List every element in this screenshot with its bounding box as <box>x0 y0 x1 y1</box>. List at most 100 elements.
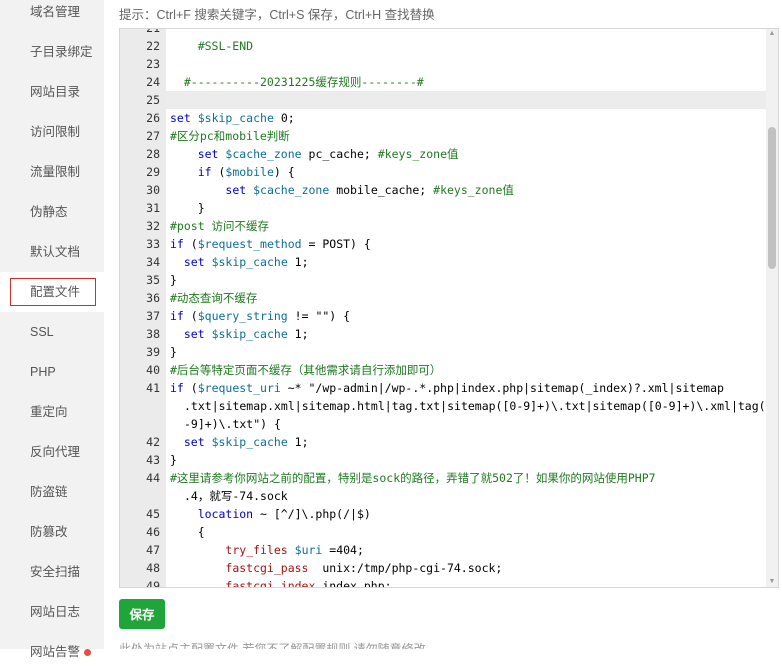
code-text: set $skip_cache 1; <box>183 435 309 449</box>
code-text: if ($request_uri ~* "/wp-admin|/wp-.*.ph… <box>170 381 724 395</box>
code-text: } <box>170 453 177 467</box>
code-text: } <box>170 345 177 359</box>
sidebar-item-13[interactable]: 防盗链 <box>0 472 104 512</box>
sidebar-item-5[interactable]: 流量限制 <box>0 152 104 192</box>
code-text: set $skip_cache 1; <box>183 255 309 269</box>
code-line[interactable]: 37 if ($query_string != "") { <box>120 307 778 325</box>
save-button[interactable]: 保存 <box>119 599 165 629</box>
line-number: 32 <box>146 219 160 233</box>
sidebar-item-7[interactable]: 默认文档 <box>0 232 104 272</box>
code-line[interactable]: 44 #这里请参考你网站之前的配置，特别是sock的路径，弄错了就502了！如果你… <box>120 469 778 487</box>
code-line[interactable]: 48 fastcgi_pass unix:/tmp/php-cgi-74.soc… <box>120 559 778 577</box>
sidebar-item-2[interactable]: 子目录绑定 <box>0 32 104 72</box>
line-number: 25 <box>146 93 160 107</box>
line-number: 27 <box>146 129 160 143</box>
code-text: .txt|sitemap.xml|sitemap.html|tag.txt|si… <box>184 399 779 413</box>
code-text: #post 访问不缓存 <box>170 219 270 233</box>
sidebar-item-15[interactable]: 安全扫描 <box>0 552 104 592</box>
code-line[interactable]: 33 if ($request_method = POST) { <box>120 235 778 253</box>
code-text: { <box>170 525 205 539</box>
scroll-up-icon[interactable]: ▲ <box>768 29 776 39</box>
code-line[interactable]: 23 <box>120 55 778 73</box>
code-text: set $skip_cache 1; <box>183 327 309 341</box>
code-line[interactable]: 24 #----------20231225缓存规则--------# <box>120 73 778 91</box>
code-line[interactable]: 21 <box>120 29 778 37</box>
code-line[interactable]: 43} <box>120 451 778 469</box>
sidebar-item-11[interactable]: 重定向 <box>0 392 104 432</box>
code-text: set $cache_zone mobile_cache; #keys_zone… <box>225 183 514 197</box>
sidebar-item-10[interactable]: PHP <box>0 352 104 392</box>
code-text: set $skip_cache 0; <box>170 111 295 125</box>
sidebar-item-4[interactable]: 访问限制 <box>0 112 104 152</box>
scroll-down-icon[interactable]: ▼ <box>768 577 776 587</box>
code-text: location ~ [^/]\.php(/|$) <box>197 507 371 521</box>
sidebar-item-12[interactable]: 反向代理 <box>0 432 104 472</box>
code-text: if ($request_method = POST) { <box>170 237 371 251</box>
code-line[interactable]: 30 set $cache_zone mobile_cache; #keys_z… <box>120 181 778 199</box>
code-text: -9]+)\.txt") { <box>184 417 281 431</box>
sidebar-item-label: 伪静态 <box>30 205 68 219</box>
code-text: #----------20231225缓存规则--------# <box>170 75 424 89</box>
code-line[interactable]: 27 #区分pc和mobile判断 <box>120 127 778 145</box>
code-line[interactable]: 31 } <box>120 199 778 217</box>
sidebar-item-6[interactable]: 伪静态 <box>0 192 104 232</box>
code-line[interactable]: 38 set $skip_cache 1; <box>120 325 778 343</box>
code-line[interactable]: 22 #SSL-END <box>120 37 778 55</box>
line-number: 45 <box>146 507 160 521</box>
line-number: 41 <box>146 381 160 395</box>
line-number: 36 <box>146 291 160 305</box>
code-text: try_files $uri =404; <box>225 543 364 557</box>
sidebar-item-14[interactable]: 防篡改 <box>0 512 104 552</box>
code-line[interactable]: 36 #动态查询不缓存 <box>120 289 778 307</box>
code-line[interactable]: 28 set $cache_zone pc_cache; #keys_zone值 <box>120 145 778 163</box>
line-number: 35 <box>146 273 160 287</box>
line-number: 46 <box>146 525 160 539</box>
code-text: } <box>170 201 205 215</box>
code-line[interactable]: 49 fastcgi_index index.php; <box>120 577 778 588</box>
code-line[interactable]: 42 set $skip_cache 1; <box>120 433 778 451</box>
line-number: 37 <box>146 309 160 323</box>
code-line[interactable]: 26 set $skip_cache 0; <box>120 109 778 127</box>
code-text: set $cache_zone pc_cache; #keys_zone值 <box>197 147 459 161</box>
code-line[interactable]: 41 if ($request_uri ~* "/wp-admin|/wp-.*.… <box>120 379 778 397</box>
line-number: 40 <box>146 363 160 377</box>
line-number: 38 <box>146 327 160 341</box>
sidebar-item-label: 重定向 <box>30 405 68 419</box>
code-line[interactable]: 47 try_files $uri =404; <box>120 541 778 559</box>
line-number: 43 <box>146 453 160 467</box>
line-number: 47 <box>146 543 160 557</box>
code-line[interactable]: 25 <box>146 91 778 109</box>
sidebar-item-17[interactable]: 网站告警 <box>0 632 104 672</box>
line-number: 34 <box>146 255 160 269</box>
sidebar-nav: 域名管理 子目录绑定 网站目录 访问限制 流量限制伪静态默认文档 配置文件 SSL PHP 重定… <box>0 0 104 659</box>
line-number: 24 <box>146 75 160 89</box>
code-line[interactable]: 40 #后台等特定页面不缓存（其他需求请自行添加即可） <box>120 361 778 379</box>
code-line[interactable]: 29 if ($mobile) { <box>120 163 778 181</box>
code-line[interactable]: 46 { <box>120 523 778 541</box>
sidebar-item-8[interactable]: 配置文件 <box>0 272 104 312</box>
code-text: #这里请参考你网站之前的配置，特别是sock的路径，弄错了就502了！如果你的网… <box>170 471 656 485</box>
sidebar-item-16[interactable]: 网站日志 <box>0 592 104 632</box>
sidebar-item-label: 网站告警 <box>30 645 81 659</box>
sidebar-item-9[interactable]: SSL <box>0 312 104 352</box>
code-line[interactable]: 34 set $skip_cache 1; <box>120 253 778 271</box>
code-line[interactable]: -9]+)\.txt") { <box>120 415 778 433</box>
code-text: #动态查询不缓存 <box>170 291 258 305</box>
sidebar-item-1[interactable]: 域名管理 <box>0 0 104 32</box>
config-editor[interactable]: 21 22 #SSL-END 23 24 #----------20231225缓存规… <box>119 28 779 588</box>
code-text: #SSL-END <box>170 39 254 53</box>
code-line[interactable]: 35} <box>120 271 778 289</box>
code-line[interactable]: 39} <box>120 343 778 361</box>
code-lines[interactable]: 21 22 #SSL-END 23 24 #----------20231225缓存规… <box>120 29 778 588</box>
code-text: #后台等特定页面不缓存（其他需求请自行添加即可） <box>170 363 442 377</box>
code-text: fastcgi_pass unix:/tmp/php-cgi-74.sock; <box>225 561 503 575</box>
editor-scrollbar[interactable]: ▲ ▼ <box>766 29 778 587</box>
code-line[interactable]: .4，就写-74.sock <box>120 487 778 505</box>
scrollbar-thumb[interactable] <box>768 127 776 269</box>
sidebar-item-3[interactable]: 网站目录 <box>0 72 104 112</box>
code-line[interactable]: 32 #post 访问不缓存 <box>120 217 778 235</box>
code-line[interactable]: 45 location ~ [^/]\.php(/|$) <box>120 505 778 523</box>
code-text: if ($query_string != "") { <box>170 309 351 323</box>
code-line[interactable]: .txt|sitemap.xml|sitemap.html|tag.txt|si… <box>120 397 778 415</box>
code-text: fastcgi_index index.php; <box>225 579 392 588</box>
